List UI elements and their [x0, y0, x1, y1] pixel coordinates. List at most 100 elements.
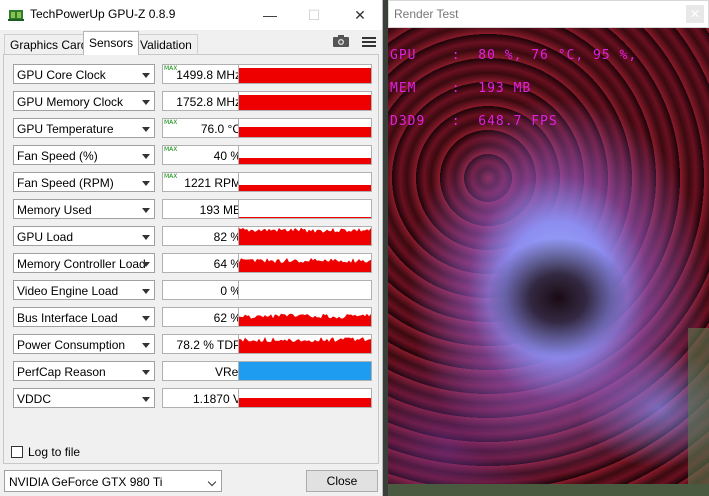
- graph-bar: [239, 95, 371, 110]
- sensor-label-dropdown[interactable]: Memory Used: [13, 199, 155, 219]
- sensor-label: Fan Speed (RPM): [17, 176, 114, 190]
- sensor-label-dropdown[interactable]: GPU Memory Clock: [13, 91, 155, 111]
- sensor-value: 193 MB: [199, 203, 241, 217]
- maximize-button[interactable]: ☐: [292, 0, 336, 30]
- sensor-value: 82 %: [213, 230, 241, 244]
- sensor-graph: [238, 361, 372, 381]
- sensor-label: GPU Temperature: [17, 122, 114, 136]
- close-button[interactable]: Close: [306, 470, 378, 492]
- sensor-value: 1499.8 MHz: [176, 68, 241, 82]
- sensor-graph: [238, 199, 372, 219]
- sensor-row: Video Engine Load 0 %: [13, 280, 373, 300]
- close-window-button[interactable]: ✕: [338, 0, 382, 30]
- sensor-label-dropdown[interactable]: Power Consumption: [13, 334, 155, 354]
- sensor-row: Bus Interface Load 62 %: [13, 307, 373, 327]
- render-close-button[interactable]: ✕: [686, 5, 704, 23]
- sensor-row: VDDC 1.1870 V: [13, 388, 373, 408]
- sensor-label: Memory Used: [17, 203, 92, 217]
- sensor-value-box: 78.2 % TDP: [162, 334, 246, 354]
- osd-overlay: GPU : 80 %, 76 °C, 95 %, MEM : 193 MB D3…: [390, 28, 637, 149]
- chevron-down-icon: [207, 477, 217, 487]
- sensor-value-box: VRel: [162, 361, 246, 381]
- osd-line-d3d9: D3D9 : 648.7 FPS: [390, 114, 558, 129]
- sensor-label: Power Consumption: [17, 338, 126, 352]
- sensor-value-box: 1752.8 MHz: [162, 91, 246, 111]
- sensor-label-dropdown[interactable]: PerfCap Reason: [13, 361, 155, 381]
- max-badge: MAX: [164, 146, 178, 153]
- sensor-graph: [238, 118, 372, 138]
- minimize-button[interactable]: —: [248, 0, 292, 30]
- sensor-row: Memory Controller Load 64 %: [13, 253, 373, 273]
- graph-bar: [239, 127, 371, 137]
- scene-grass: [688, 328, 709, 484]
- sensor-label-dropdown[interactable]: Fan Speed (RPM): [13, 172, 155, 192]
- sensor-value: 76.0 °C: [200, 122, 241, 136]
- sensor-value-box: MAX 1499.8 MHz: [162, 64, 246, 84]
- sensor-graph: [238, 172, 372, 192]
- sensor-label-dropdown[interactable]: Fan Speed (%): [13, 145, 155, 165]
- sensor-label-dropdown[interactable]: Video Engine Load: [13, 280, 155, 300]
- sensor-label-dropdown[interactable]: Memory Controller Load: [13, 253, 155, 273]
- max-badge: MAX: [164, 119, 178, 126]
- log-to-file-checkbox[interactable]: [11, 446, 23, 458]
- sensor-row: GPU Core Clock MAX 1499.8 MHz: [13, 64, 373, 84]
- sensor-value-box: 0 %: [162, 280, 246, 300]
- graph-bar: [239, 362, 371, 380]
- gpuz-app-icon: [8, 10, 24, 21]
- dropdown-arrow-icon: [142, 343, 150, 348]
- dropdown-arrow-icon: [142, 127, 150, 132]
- sensor-value-box: 82 %: [162, 226, 246, 246]
- sensor-label-dropdown[interactable]: GPU Load: [13, 226, 155, 246]
- dropdown-arrow-icon: [142, 370, 150, 375]
- sensor-label: Memory Controller Load: [17, 257, 146, 271]
- log-to-file-label: Log to file: [28, 445, 81, 459]
- sensor-graph: [238, 226, 372, 246]
- tab-validation[interactable]: Validation: [134, 34, 198, 54]
- sensor-label: Bus Interface Load: [17, 311, 118, 325]
- gpu-select-dropdown[interactable]: NVIDIA GeForce GTX 980 Ti: [4, 470, 222, 492]
- osd-line-gpu: GPU : 80 %, 76 °C, 95 %,: [390, 48, 638, 63]
- sensor-value: 62 %: [213, 311, 241, 325]
- scene-floor: [388, 484, 709, 496]
- sensor-label-dropdown[interactable]: VDDC: [13, 388, 155, 408]
- render-window-title: Render Test: [394, 7, 459, 21]
- sensor-value-box: MAX 40 %: [162, 145, 246, 165]
- sensor-value: 1.1870 V: [192, 392, 241, 406]
- title-bar[interactable]: TechPowerUp GPU-Z 0.8.9 — ☐ ✕: [0, 0, 382, 30]
- graph-area: [239, 227, 371, 245]
- sensor-graph: [238, 280, 372, 300]
- camera-icon[interactable]: [333, 35, 349, 47]
- tab-graphics-card[interactable]: Graphics Card: [4, 34, 94, 54]
- osd-line-mem: MEM : 193 MB: [390, 81, 532, 96]
- menu-icon[interactable]: [362, 35, 376, 49]
- tab-bar: Graphics Card Sensors Validation: [0, 31, 382, 55]
- sensor-graph: [238, 388, 372, 408]
- graph-area: [239, 258, 371, 272]
- sensor-value: 1221 RPM: [184, 176, 241, 190]
- dropdown-arrow-icon: [142, 262, 150, 267]
- sensor-graph: [238, 334, 372, 354]
- gpu-select-value: NVIDIA GeForce GTX 980 Ti: [9, 475, 163, 489]
- sensor-label-dropdown[interactable]: Bus Interface Load: [13, 307, 155, 327]
- sensor-graph: [238, 91, 372, 111]
- graph-bar: [239, 158, 371, 164]
- sensor-row: Memory Used 193 MB: [13, 199, 373, 219]
- dropdown-arrow-icon: [142, 73, 150, 78]
- sensor-row: Power Consumption 78.2 % TDP: [13, 334, 373, 354]
- sensor-row: GPU Load 82 %: [13, 226, 373, 246]
- sensor-row: GPU Temperature MAX 76.0 °C: [13, 118, 373, 138]
- graph-area: [239, 313, 371, 326]
- sensor-label: Fan Speed (%): [17, 149, 98, 163]
- sensor-row: PerfCap Reason VRel: [13, 361, 373, 381]
- graph-line: [239, 217, 371, 218]
- tab-sensors[interactable]: Sensors: [83, 31, 140, 55]
- sensor-value-box: 62 %: [162, 307, 246, 327]
- sensor-label-dropdown[interactable]: GPU Temperature: [13, 118, 155, 138]
- sensor-value-box: 1.1870 V: [162, 388, 246, 408]
- dropdown-arrow-icon: [142, 289, 150, 294]
- gpuz-window: TechPowerUp GPU-Z 0.8.9 — ☐ ✕ Graphics C…: [0, 0, 383, 496]
- max-badge: MAX: [164, 173, 178, 180]
- render-title-bar[interactable]: Render Test ✕: [388, 0, 709, 28]
- sensor-label-dropdown[interactable]: GPU Core Clock: [13, 64, 155, 84]
- sensor-label: Video Engine Load: [17, 284, 119, 298]
